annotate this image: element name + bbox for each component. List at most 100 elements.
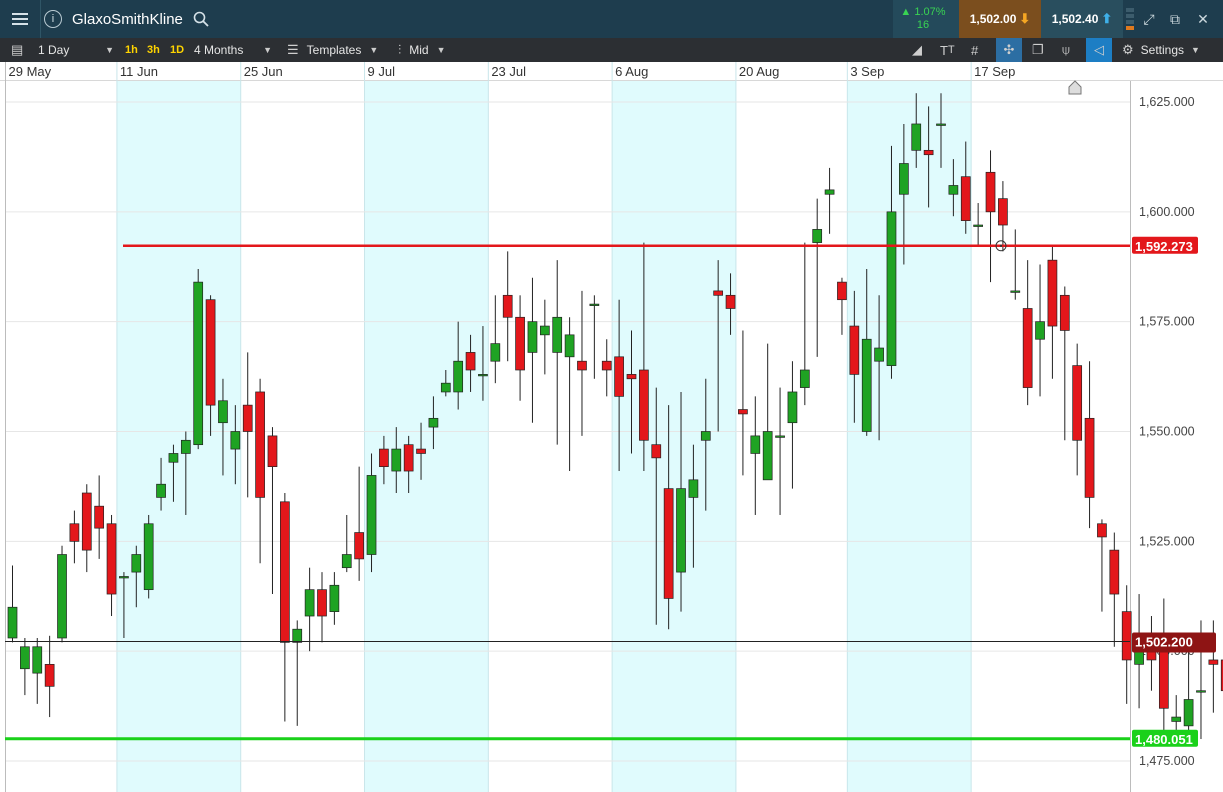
candle-up[interactable] (539, 325, 550, 336)
candle-up[interactable] (1010, 290, 1021, 293)
list-icon[interactable]: ▤ (11, 38, 23, 62)
candle-down[interactable] (465, 352, 476, 371)
candle-down[interactable] (614, 356, 624, 397)
candle-down[interactable] (242, 404, 253, 432)
info-icon[interactable]: i (40, 0, 66, 38)
candle-down[interactable] (626, 374, 637, 380)
candle-up[interactable] (168, 453, 179, 463)
candle-down[interactable] (663, 488, 674, 599)
buy-price-button[interactable]: 1,502.40 ⬆ (1041, 0, 1123, 38)
candle-up[interactable] (341, 554, 352, 569)
candle-up[interactable] (589, 303, 600, 306)
candle-up[interactable] (886, 211, 897, 366)
interval-3h-button[interactable]: 3h (147, 38, 160, 62)
candle-down[interactable] (403, 444, 414, 472)
candle-down[interactable] (1022, 308, 1033, 388)
candle-down[interactable] (960, 176, 971, 221)
close-icon[interactable]: ✕ (1192, 0, 1214, 38)
candle-down[interactable] (44, 663, 55, 687)
candle-down[interactable] (205, 299, 216, 406)
candle-up[interactable] (874, 347, 884, 362)
candle-down[interactable] (81, 492, 92, 551)
candle-up[interactable] (973, 224, 983, 227)
candle-up[interactable] (329, 584, 340, 612)
candle-down[interactable] (1072, 365, 1083, 441)
candle-down[interactable] (502, 294, 513, 318)
candle-up[interactable] (143, 523, 154, 591)
expand-icon[interactable]: ⤢ (1138, 0, 1160, 38)
candle-down[interactable] (738, 409, 748, 415)
candle-up[interactable] (366, 475, 377, 555)
candle-up[interactable] (230, 431, 241, 450)
candle-down[interactable] (577, 360, 587, 371)
templates-dropdown[interactable]: ☰ Templates ▼ (287, 38, 378, 62)
candle-down[interactable] (639, 369, 649, 441)
candle-down[interactable] (837, 281, 847, 301)
candle-up[interactable] (700, 431, 711, 441)
candle-up[interactable] (799, 369, 810, 388)
crosshair-icon[interactable]: ✣ (996, 38, 1022, 62)
candle-up[interactable] (775, 435, 785, 438)
magnet-icon[interactable]: ⍦ (1062, 38, 1070, 62)
candle-up[interactable] (119, 576, 129, 579)
candle-down[interactable] (515, 316, 525, 371)
candle-up[interactable] (391, 448, 402, 472)
popout-icon[interactable]: ⧉ (1164, 0, 1186, 38)
candle-down[interactable] (69, 523, 80, 542)
candle-up[interactable] (304, 589, 315, 617)
candle-up[interactable] (936, 123, 946, 126)
candle-down[interactable] (267, 435, 278, 467)
candle-down[interactable] (94, 505, 105, 529)
candle-up[interactable] (948, 185, 959, 195)
price-mode-dropdown[interactable]: ⫶ Mid ▼ (398, 38, 446, 62)
interval-1h-button[interactable]: 1h (125, 38, 138, 62)
candle-up[interactable] (1196, 690, 1206, 693)
candle-down[interactable] (416, 448, 426, 454)
candle-down[interactable] (317, 589, 327, 617)
draw-line-icon[interactable]: ◢ (912, 38, 922, 62)
candle-up[interactable] (564, 334, 575, 358)
candle-up[interactable] (688, 479, 699, 498)
menu-icon[interactable] (0, 0, 41, 38)
instrument-name[interactable]: GlaxoSmithKline (72, 0, 183, 38)
candle-up[interactable] (1035, 321, 1045, 340)
candle-up[interactable] (156, 483, 166, 498)
candle-up[interactable] (527, 321, 538, 353)
candle-down[interactable] (998, 198, 1008, 226)
candle-up[interactable] (131, 554, 142, 573)
candle-down[interactable] (1059, 294, 1070, 331)
candle-up[interactable] (490, 343, 501, 362)
grid-icon[interactable]: # (971, 38, 978, 62)
candle-down[interactable] (601, 360, 612, 371)
candle-up[interactable] (899, 163, 909, 195)
candle-down[interactable] (255, 391, 265, 498)
candle-down[interactable] (1158, 650, 1169, 709)
settings-dropdown[interactable]: ⚙ Settings ▼ (1122, 38, 1200, 62)
candle-down[interactable] (379, 448, 389, 467)
candle-down[interactable] (1109, 549, 1120, 595)
candle-up[interactable] (57, 554, 67, 639)
candle-up[interactable] (911, 123, 922, 151)
tag-icon[interactable]: ◁ (1086, 38, 1112, 62)
candle-up[interactable] (453, 360, 464, 393)
candle-down[interactable] (725, 294, 736, 309)
candle-up[interactable] (676, 488, 686, 573)
text-tool-icon[interactable]: TT (940, 38, 955, 62)
candle-up[interactable] (428, 417, 439, 428)
interval-1d-button[interactable]: 1D (170, 38, 184, 62)
candle-up[interactable] (762, 431, 773, 481)
candle-up[interactable] (180, 439, 191, 454)
candle-up[interactable] (824, 189, 835, 195)
candle-down[interactable] (1047, 259, 1058, 327)
candle-up[interactable] (1183, 699, 1194, 727)
candle-up[interactable] (292, 628, 303, 643)
candle-down[interactable] (923, 149, 934, 156)
candle-up[interactable] (20, 646, 30, 670)
candle-down[interactable] (1121, 611, 1132, 661)
candle-up[interactable] (7, 606, 18, 639)
candle-up[interactable] (32, 646, 43, 674)
candle-up[interactable] (812, 229, 823, 243)
candle-up[interactable] (552, 316, 563, 353)
price-chart[interactable]: 29 May 11 Jun 25 Jun 9 Jul 23 Jul 6 Aug 20 Aug… (0, 62, 1223, 792)
candle-up[interactable] (193, 281, 204, 446)
